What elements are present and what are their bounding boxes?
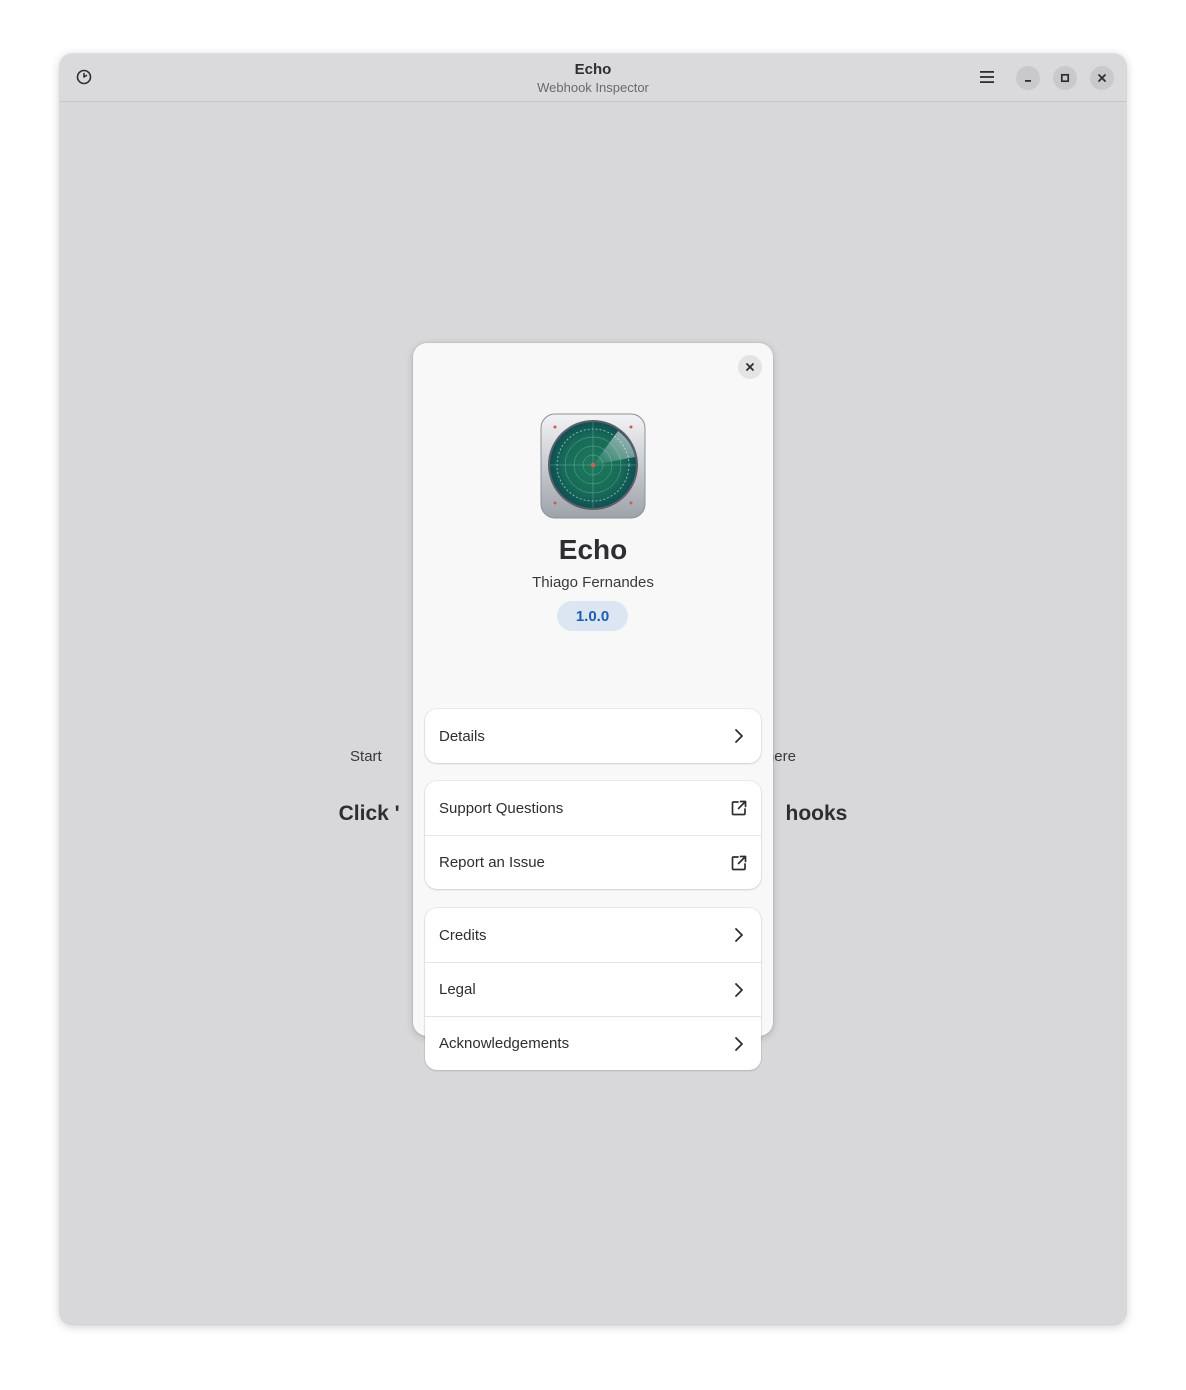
menu-icon — [980, 71, 994, 83]
chevron-right-icon — [735, 1036, 743, 1051]
support-questions-label: Support Questions — [439, 799, 564, 817]
close-icon — [746, 363, 754, 371]
app-window: Echo Webhook Inspector Start here Click … — [60, 54, 1126, 1324]
title-block: Echo Webhook Inspector — [60, 61, 1126, 96]
legal-row[interactable]: Legal — [425, 962, 761, 1016]
about-dialog: Echo Thiago Fernandes 1.0.0 Details Supp… — [413, 343, 773, 1070]
acknowledgements-row[interactable]: Acknowledgements — [425, 1016, 761, 1070]
credits-label: Credits — [439, 926, 487, 944]
report-issue-row[interactable]: Report an Issue — [425, 835, 761, 889]
app-name: Echo — [558, 534, 628, 565]
close-window-button[interactable] — [1090, 66, 1114, 90]
details-label: Details — [439, 727, 485, 745]
maximize-button[interactable] — [1053, 66, 1077, 90]
links-group: Support Questions Report an Issue — [425, 781, 761, 889]
report-issue-label: Report an Issue — [439, 854, 545, 871]
chevron-right-icon — [735, 729, 743, 743]
support-questions-row[interactable]: Support Questions — [425, 781, 761, 835]
acknowledgements-label: Acknowledgements — [439, 1035, 570, 1052]
external-link-icon — [731, 800, 747, 816]
radar-app-icon — [540, 413, 646, 519]
close-icon — [1098, 74, 1106, 82]
minimize-icon — [1025, 80, 1031, 82]
details-row[interactable]: Details — [425, 709, 761, 763]
minimize-button[interactable] — [1016, 66, 1040, 90]
header-bar: Echo Webhook Inspector — [60, 54, 1126, 102]
developer-name: Thiago Fernandes — [532, 574, 654, 591]
chevron-right-icon — [735, 982, 743, 997]
credits-group: Credits Legal Acknowledgements — [425, 908, 761, 1070]
version-badge[interactable]: 1.0.0 — [557, 601, 628, 631]
credits-row[interactable]: Credits — [425, 908, 761, 962]
empty-state-title-left: Click ' — [338, 802, 400, 825]
details-group: Details — [425, 709, 761, 763]
maximize-icon — [1060, 73, 1070, 83]
chevron-right-icon — [735, 928, 743, 942]
empty-state-hint-left: Start — [350, 748, 382, 765]
legal-label: Legal — [439, 981, 476, 998]
window-title: Echo — [574, 61, 612, 78]
window-subtitle: Webhook Inspector — [537, 80, 649, 95]
empty-state-title-right: hooks — [785, 802, 848, 825]
main-menu-button[interactable] — [975, 65, 999, 89]
external-link-icon — [731, 855, 747, 870]
dialog-close-button[interactable] — [738, 355, 762, 379]
